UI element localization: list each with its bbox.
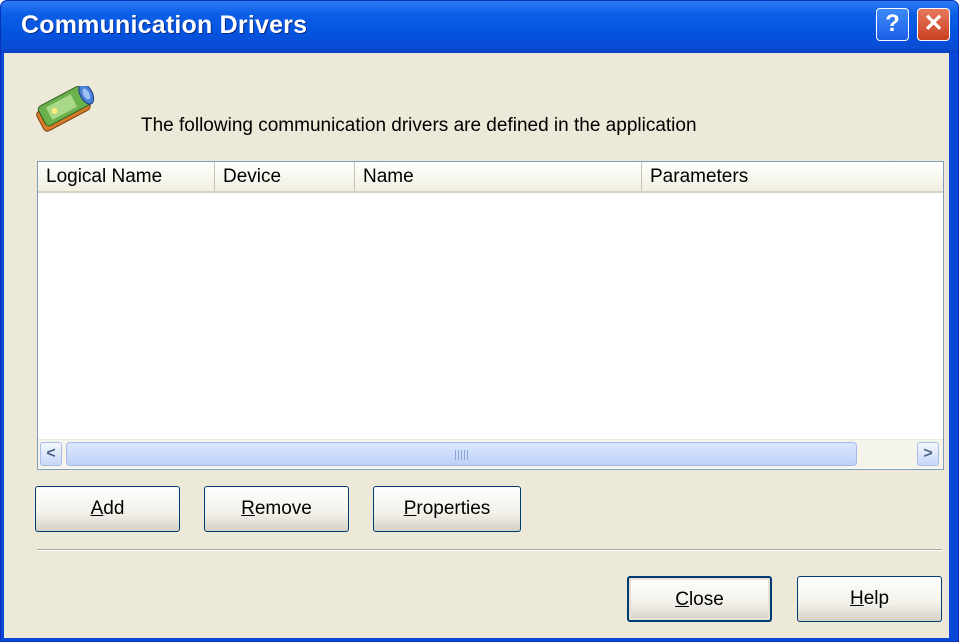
scroll-right-icon[interactable]: > bbox=[917, 442, 939, 466]
separator bbox=[37, 549, 942, 551]
list-header: Logical Name Device Name Parameters bbox=[38, 162, 943, 193]
help-icon[interactable]: ? bbox=[876, 8, 909, 41]
dialog-body: The following communication drivers are … bbox=[4, 53, 949, 638]
close-button[interactable]: Close bbox=[627, 576, 772, 622]
drivers-icon bbox=[36, 86, 95, 132]
dialog-window: Communication Drivers ? ✕ The following … bbox=[0, 0, 959, 642]
drivers-list[interactable]: Logical Name Device Name Parameters < > bbox=[37, 161, 944, 470]
column-logical-name[interactable]: Logical Name bbox=[38, 162, 215, 191]
grip-icon bbox=[454, 450, 469, 460]
column-name[interactable]: Name bbox=[355, 162, 642, 191]
scroll-left-icon[interactable]: < bbox=[40, 442, 62, 466]
window-title: Communication Drivers bbox=[21, 11, 308, 39]
title-bar[interactable]: Communication Drivers ? ✕ bbox=[1, 1, 958, 53]
help-button[interactable]: Help bbox=[797, 576, 942, 622]
column-device[interactable]: Device bbox=[215, 162, 355, 191]
properties-button[interactable]: Properties bbox=[373, 486, 521, 532]
close-icon[interactable]: ✕ bbox=[917, 8, 950, 41]
scroll-thumb[interactable] bbox=[66, 442, 857, 466]
horizontal-scrollbar[interactable]: < > bbox=[38, 439, 943, 468]
description-text: The following communication drivers are … bbox=[141, 115, 697, 136]
column-parameters[interactable]: Parameters bbox=[642, 162, 943, 191]
add-button[interactable]: Add bbox=[35, 486, 180, 532]
remove-button[interactable]: Remove bbox=[204, 486, 349, 532]
